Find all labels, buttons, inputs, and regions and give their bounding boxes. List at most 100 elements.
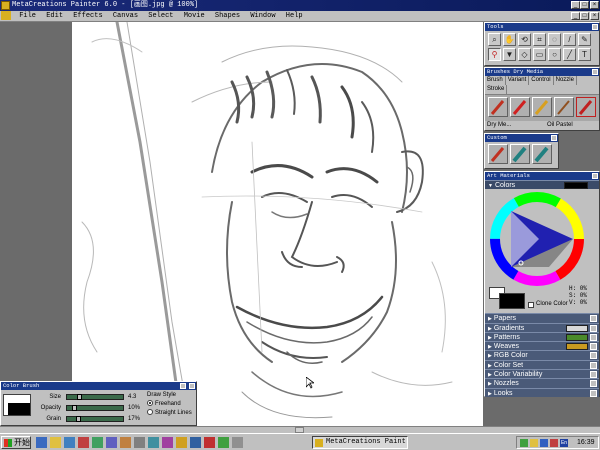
oval-icon[interactable]: ○	[548, 48, 561, 61]
menu-help[interactable]: Help	[283, 11, 306, 22]
bucket-icon[interactable]: ▼	[503, 48, 516, 61]
dropper-icon[interactable]: ⚲	[488, 48, 501, 61]
menu-canvas[interactable]: Canvas	[110, 11, 141, 22]
opacity-slider[interactable]	[66, 405, 124, 411]
opacity-slider-knob[interactable]	[72, 405, 78, 411]
pen-icon[interactable]: ✎	[578, 33, 591, 46]
brush-variant-select[interactable]: Oil Pastel	[547, 121, 573, 129]
menu-window[interactable]: Window	[247, 11, 278, 22]
painter-app-icon[interactable]	[1, 1, 10, 10]
crayon-brush-icon[interactable]	[510, 97, 530, 117]
brush-icon[interactable]: /	[563, 33, 576, 46]
quicklaunch-8-icon[interactable]	[176, 437, 187, 448]
straight-lines-option[interactable]: Straight Lines	[147, 409, 195, 418]
size-slider[interactable]	[66, 394, 124, 400]
desktop-icon[interactable]	[64, 437, 75, 448]
minimize-button[interactable]: _	[571, 1, 580, 9]
custom-brush-3-icon[interactable]	[532, 144, 552, 164]
quicklaunch-7-icon[interactable]	[162, 437, 173, 448]
tray-app-icon[interactable]	[550, 439, 558, 447]
tray-en-icon[interactable]: En	[560, 439, 568, 447]
folder-icon[interactable]	[50, 437, 61, 448]
quicklaunch-3-icon[interactable]	[106, 437, 117, 448]
menu-movie[interactable]: Movie	[181, 11, 208, 22]
section-nozzles[interactable]: ▶ Nozzles	[485, 378, 599, 388]
tray-volume-icon[interactable]	[530, 439, 538, 447]
tray-network-icon[interactable]	[520, 439, 528, 447]
chalk-brush-icon[interactable]	[488, 97, 508, 117]
start-button[interactable]: 开始	[1, 436, 31, 449]
section-menu-button[interactable]	[590, 333, 597, 341]
custom-brush-2-icon[interactable]	[510, 144, 530, 164]
quicklaunch-1-icon[interactable]	[78, 437, 89, 448]
tab-variant[interactable]: Variant	[506, 76, 530, 85]
eraser-icon[interactable]: ◇	[518, 48, 531, 61]
menu-effects[interactable]: Effects	[70, 11, 105, 22]
quicklaunch-11-icon[interactable]	[218, 437, 229, 448]
color-wheel[interactable]	[489, 191, 585, 287]
maximize-button[interactable]: □	[580, 1, 589, 9]
menu-file[interactable]: File	[16, 11, 39, 22]
crop-icon[interactable]: ⌗	[533, 33, 546, 46]
section-menu-button[interactable]	[590, 343, 597, 351]
quicklaunch-10-icon[interactable]	[204, 437, 215, 448]
drawing-canvas[interactable]	[72, 22, 483, 426]
section-weaves[interactable]: ▶ Weaves	[485, 341, 599, 351]
section-color-variability[interactable]: ▶ Color Variability	[485, 369, 599, 379]
grabber-icon[interactable]: ✋	[503, 33, 516, 46]
quicklaunch-4-icon[interactable]	[120, 437, 131, 448]
rect-select-icon[interactable]: ▭	[533, 48, 546, 61]
section-gradients[interactable]: ▶ Gradients	[485, 322, 599, 332]
tab-control[interactable]: Control	[529, 76, 554, 85]
freehand-radio[interactable]	[147, 400, 153, 407]
colors-section-header[interactable]: ▼ Colors	[485, 180, 599, 190]
lasso-icon[interactable]: ◌	[548, 33, 561, 46]
custom-brush-1-icon[interactable]	[488, 144, 508, 164]
document-icon[interactable]	[1, 11, 11, 20]
section-patterns[interactable]: ▶ Patterns	[485, 331, 599, 342]
pastel-brush-icon[interactable]	[554, 97, 574, 117]
doc-minimize-button[interactable]: _	[571, 12, 580, 20]
section-menu-button[interactable]	[590, 352, 597, 360]
rotate-icon[interactable]: ⟲	[518, 33, 531, 46]
close-button[interactable]: ×	[590, 1, 599, 9]
doc-close-button[interactable]: ×	[590, 12, 599, 20]
brush-category-select[interactable]: Dry Me...	[487, 121, 511, 129]
clone-color-checkbox[interactable]	[528, 302, 534, 309]
quicklaunch-6-icon[interactable]	[148, 437, 159, 448]
section-rgb-color[interactable]: ▶ RGB Color	[485, 350, 599, 360]
doc-restore-button[interactable]: □	[580, 12, 589, 20]
menu-shapes[interactable]: Shapes	[212, 11, 243, 22]
text-icon[interactable]: T	[578, 48, 591, 61]
line-icon[interactable]: ╱	[563, 48, 576, 61]
grain-slider-knob[interactable]	[75, 416, 81, 422]
quicklaunch-12-icon[interactable]	[232, 437, 243, 448]
menu-select[interactable]: Select	[145, 11, 176, 22]
quicklaunch-5-icon[interactable]	[134, 437, 145, 448]
ie-icon[interactable]	[36, 437, 47, 448]
section-menu-button[interactable]	[590, 315, 597, 323]
oil-pastel-brush-icon[interactable]	[576, 97, 596, 117]
primary-color-swatch[interactable]	[499, 293, 525, 310]
tray-ime-icon[interactable]	[540, 439, 548, 447]
section-menu-button[interactable]	[590, 389, 597, 397]
section-menu-button[interactable]	[590, 361, 597, 369]
section-menu-button[interactable]	[590, 371, 597, 379]
quicklaunch-9-icon[interactable]	[190, 437, 201, 448]
straight-lines-radio[interactable]	[147, 409, 153, 416]
menu-edit[interactable]: Edit	[43, 11, 66, 22]
task-painter-button[interactable]: MetaCreations Paint...	[312, 436, 408, 449]
size-slider-knob[interactable]	[77, 394, 83, 400]
section-menu-button[interactable]	[590, 380, 597, 388]
section-papers[interactable]: ▶ Papers	[485, 313, 599, 323]
quicklaunch-2-icon[interactable]	[92, 437, 103, 448]
grain-slider[interactable]	[66, 416, 124, 422]
section-menu-button[interactable]	[590, 324, 597, 332]
freehand-option[interactable]: Freehand	[147, 400, 195, 409]
pencil-brush-icon[interactable]	[532, 97, 552, 117]
section-looks[interactable]: ▶ Looks	[485, 387, 599, 397]
tab-brush[interactable]: Brush	[485, 76, 506, 85]
section-color-set[interactable]: ▶ Color Set	[485, 359, 599, 370]
tab-nozzle[interactable]: Nozzle	[554, 76, 577, 85]
magnifier-icon[interactable]: ⌕	[488, 33, 501, 46]
